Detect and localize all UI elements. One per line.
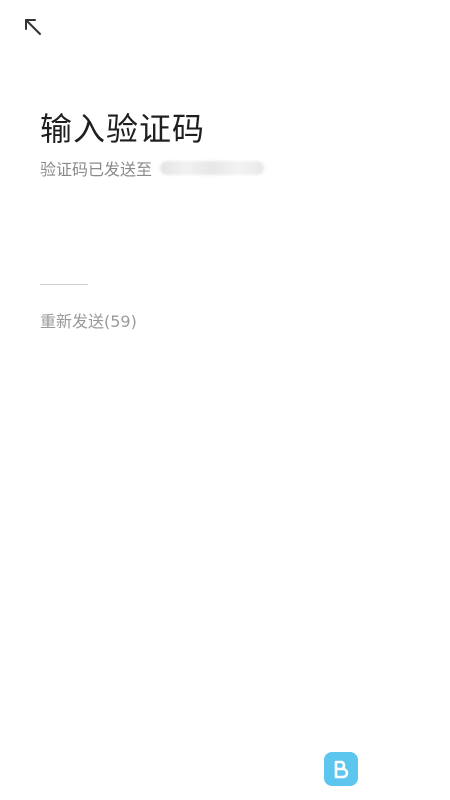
watermark-b-icon	[334, 760, 349, 779]
back-button[interactable]	[18, 14, 48, 44]
resend-button[interactable]: 重新发送(59)	[40, 308, 137, 332]
verification-code-input[interactable]	[40, 270, 88, 285]
page-subtitle: 验证码已发送至	[40, 156, 265, 180]
watermark	[324, 752, 358, 786]
page-title: 输入验证码	[40, 110, 206, 148]
masked-phone-number	[160, 161, 265, 175]
arrow-up-left-icon	[22, 16, 44, 42]
watermark-logo	[324, 752, 358, 786]
subtitle-text: 验证码已发送至	[40, 160, 153, 179]
